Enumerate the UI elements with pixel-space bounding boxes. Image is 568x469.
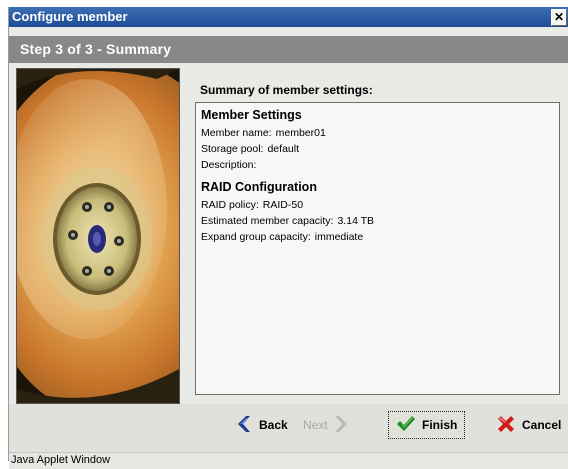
wizard-step-header: Step 3 of 3 - Summary (9, 36, 568, 63)
member-name-label: Member name: (201, 127, 272, 139)
wizard-button-bar: Back Next Finish Cancel (9, 404, 568, 452)
expand-capacity-label: Expand group capacity: (201, 231, 311, 243)
back-button[interactable]: Back (235, 411, 288, 439)
member-name-row: Member name: member01 (201, 127, 326, 139)
configure-member-window: Configure member ✕ Step 3 of 3 - Summary (8, 7, 568, 469)
estimated-capacity-row: Estimated member capacity: 3.14 TB (201, 215, 374, 227)
member-name-value: member01 (275, 127, 326, 139)
cancel-button-label: Cancel (522, 418, 562, 432)
raid-policy-row: RAID policy: RAID-50 (201, 199, 303, 211)
back-button-label: Back (259, 418, 288, 432)
description-label: Description: (201, 159, 257, 171)
hard-disk-platter-image (16, 68, 180, 404)
next-chevron-icon (334, 415, 350, 436)
storage-pool-label: Storage pool: (201, 143, 264, 155)
description-row: Description: (201, 159, 260, 171)
raid-configuration-heading: RAID Configuration (201, 180, 317, 194)
cancel-x-icon (496, 414, 516, 437)
storage-pool-row: Storage pool: default (201, 143, 299, 155)
summary-panel: Member Settings Member name: member01 Sto… (195, 102, 560, 395)
window-title: Configure member (12, 9, 128, 24)
estimated-capacity-value: 3.14 TB (337, 215, 375, 227)
finish-button[interactable]: Finish (388, 411, 466, 439)
next-button[interactable]: Next (303, 411, 356, 439)
member-settings-heading: Member Settings (201, 108, 302, 122)
raid-policy-value: RAID-50 (262, 199, 304, 211)
back-chevron-icon (235, 415, 253, 436)
checkmark-icon (396, 415, 416, 436)
title-bar[interactable]: Configure member ✕ (9, 7, 568, 27)
step-label: Step 3 of 3 - Summary (20, 41, 172, 57)
expand-capacity-row: Expand group capacity: immediate (201, 231, 363, 243)
next-button-label: Next (303, 418, 328, 432)
raid-policy-label: RAID policy: (201, 199, 259, 211)
finish-button-label: Finish (422, 418, 458, 432)
expand-capacity-value: immediate (314, 231, 364, 243)
cancel-button[interactable]: Cancel (496, 411, 561, 439)
estimated-capacity-label: Estimated member capacity: (201, 215, 334, 227)
status-text: Java Applet Window (11, 454, 111, 466)
storage-pool-value: default (267, 143, 299, 155)
close-icon[interactable]: ✕ (551, 9, 567, 26)
summary-heading: Summary of member settings: (200, 83, 373, 97)
